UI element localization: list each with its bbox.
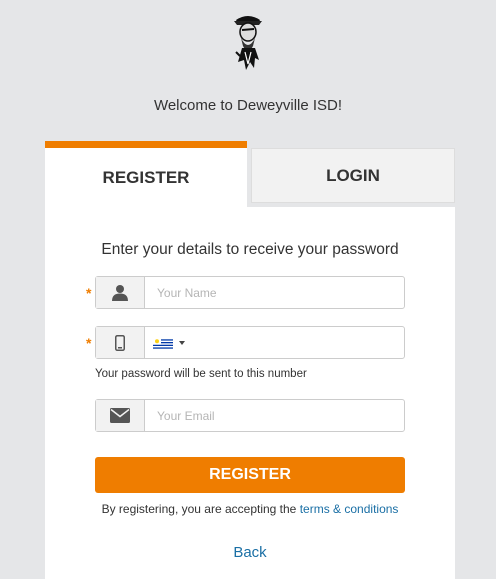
form-instructions: Enter your details to receive your passw… xyxy=(101,241,399,258)
terms-link[interactable]: terms & conditions xyxy=(300,502,399,516)
name-input[interactable] xyxy=(145,277,404,308)
email-field xyxy=(95,399,405,432)
register-button[interactable]: REGISTER xyxy=(95,457,405,493)
envelope-icon xyxy=(96,400,145,431)
uruguay-flag-icon xyxy=(153,337,173,350)
tab-login[interactable]: LOGIN xyxy=(251,148,455,203)
name-field xyxy=(95,276,405,309)
register-card: REGISTER LOGIN Enter your details to rec… xyxy=(45,141,455,579)
phone-field xyxy=(95,326,405,359)
mobile-phone-icon xyxy=(96,327,145,358)
phone-input[interactable] xyxy=(185,327,404,358)
country-code-dropdown[interactable] xyxy=(145,327,185,358)
phone-hint: Your password will be sent to this numbe… xyxy=(95,368,307,380)
email-input[interactable] xyxy=(145,400,404,431)
required-marker-phone: * xyxy=(86,335,92,351)
tab-login-container: LOGIN xyxy=(247,141,455,207)
tab-register[interactable]: REGISTER xyxy=(45,141,247,207)
user-icon xyxy=(96,277,145,308)
pirate-mascot-logo xyxy=(228,12,268,74)
welcome-message: Welcome to Deweyville ISD! xyxy=(153,97,343,114)
required-marker-name: * xyxy=(86,285,92,301)
terms-prefix: By registering, you are accepting the xyxy=(101,502,297,516)
terms-notice: By registering, you are accepting the te… xyxy=(45,502,455,516)
back-link[interactable]: Back xyxy=(45,544,455,561)
